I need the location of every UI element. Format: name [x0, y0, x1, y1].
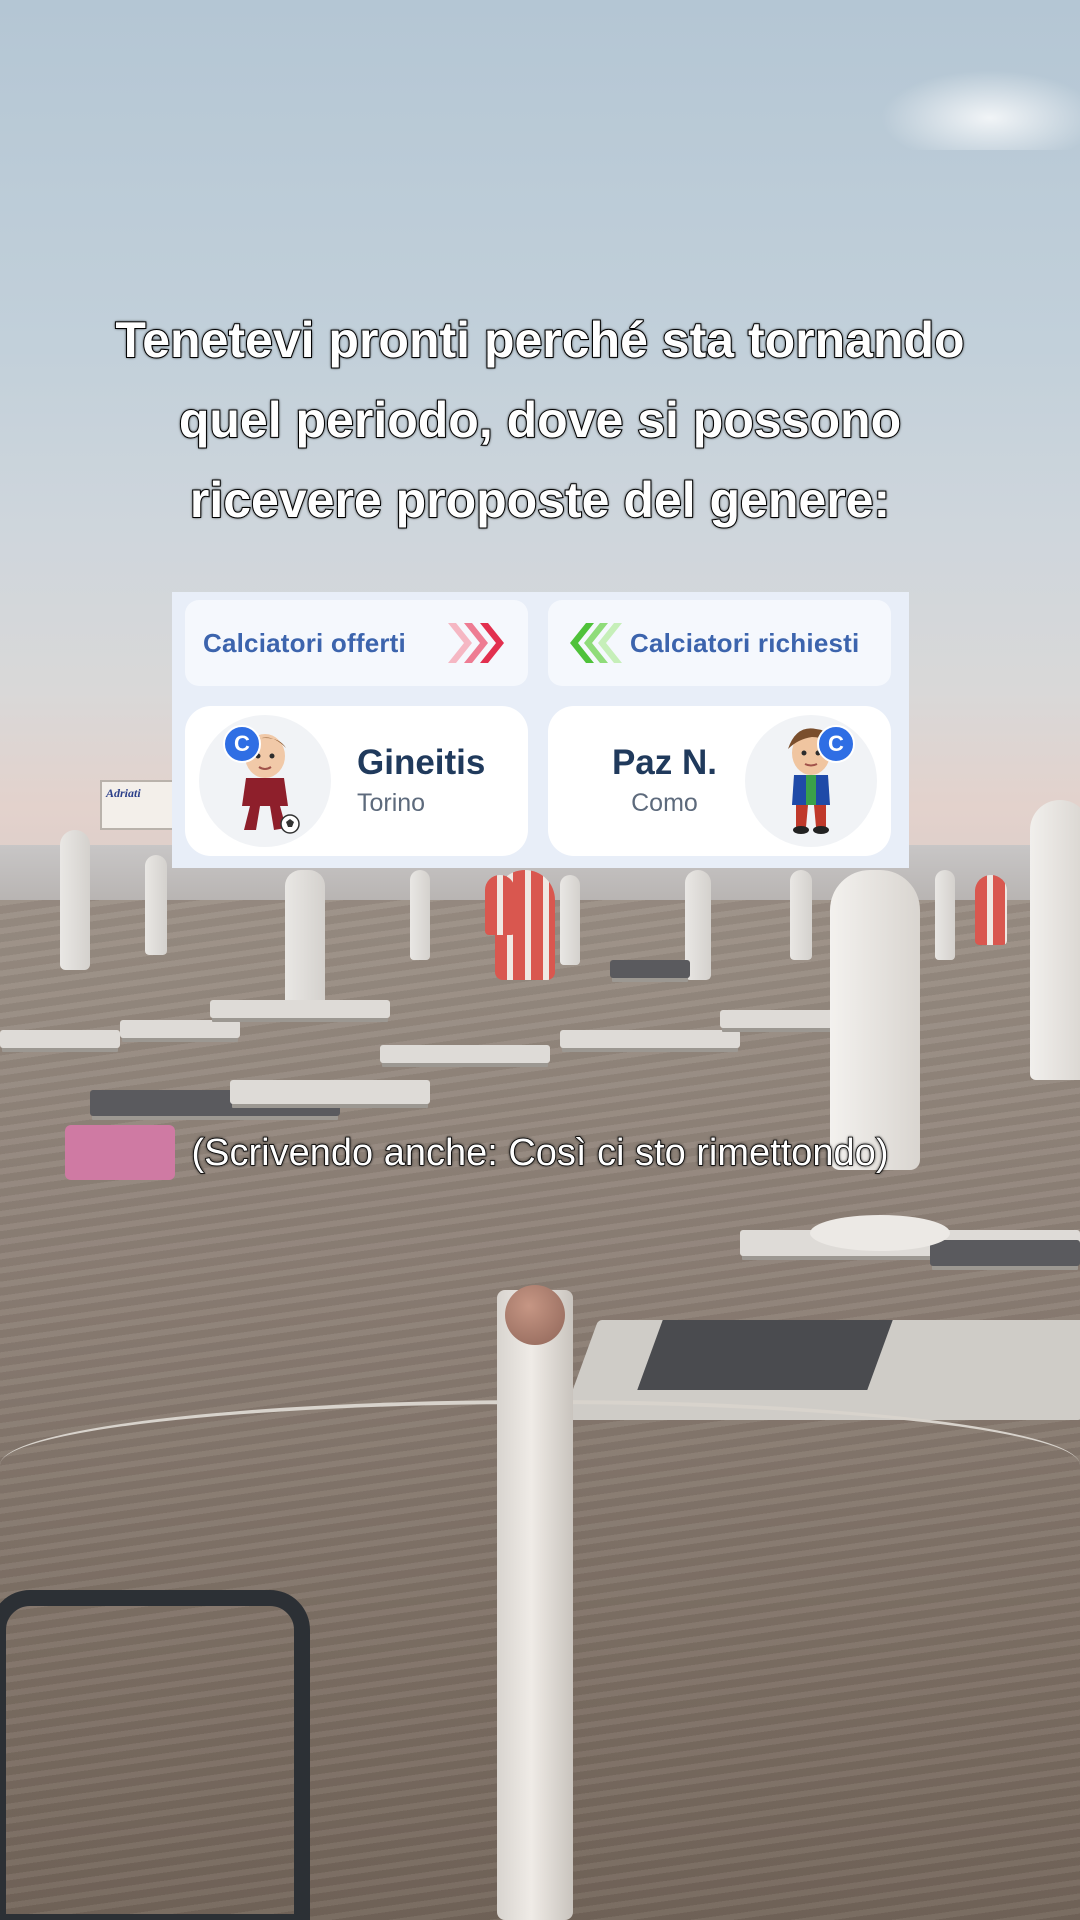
requested-players-label: Calciatori richiesti — [630, 627, 860, 658]
sun-lounger — [720, 1010, 840, 1028]
foreground-lounger-cushion — [637, 1320, 893, 1390]
sun-lounger — [210, 1000, 390, 1018]
caption-line-1: Tenetevi pronti perché sta tornando — [114, 311, 965, 369]
closed-umbrella — [60, 830, 90, 970]
offered-players-tab[interactable]: Calciatori offerti — [185, 600, 528, 686]
caption-line-3: ricevere proposte del genere: — [189, 471, 891, 529]
red-umbrella — [975, 875, 1007, 945]
sun-lounger — [380, 1045, 550, 1063]
pole-cap — [505, 1285, 565, 1345]
wooden-pole — [497, 1290, 573, 1920]
side-table — [810, 1215, 950, 1251]
sun-lounger — [230, 1080, 430, 1104]
closed-umbrella-right — [1030, 800, 1080, 1080]
video-subtitle: (Scrivendo anche: Così ci sto rimettondo… — [191, 1131, 889, 1175]
closed-umbrella-large — [830, 870, 920, 1170]
sun-lounger — [560, 1030, 740, 1048]
requested-player-card[interactable]: Paz N. Como C — [548, 706, 891, 856]
offered-player-team: Torino — [357, 789, 426, 817]
offered-players-label: Calciatori offerti — [203, 627, 406, 658]
closed-umbrella — [410, 870, 430, 960]
closed-umbrella — [790, 870, 812, 960]
offered-player-name: Gineitis — [357, 743, 486, 782]
offered-player-card[interactable]: C Gineitis Torino — [185, 706, 528, 856]
sun-lounger — [0, 1030, 120, 1048]
beach-background: Adriati — [0, 0, 1080, 1920]
foreground-chair — [0, 1590, 310, 1920]
player-avatar-icon: C — [745, 715, 877, 847]
closed-umbrella — [560, 875, 580, 965]
role-badge: C — [817, 725, 855, 763]
beach-sign-text: Adriati — [106, 786, 141, 800]
closed-umbrella — [145, 855, 167, 955]
caption-line-2: quel periodo, dove si possono — [178, 391, 902, 449]
role-badge: C — [223, 725, 261, 763]
requested-player-name: Paz N. — [611, 743, 717, 782]
chevron-left-icon — [566, 619, 622, 667]
chevron-right-icon — [444, 619, 510, 667]
requested-player-team: Como — [631, 789, 698, 817]
sun-lounger — [930, 1240, 1080, 1266]
player-avatar-icon: C — [199, 715, 331, 847]
sun-lounger — [120, 1020, 240, 1038]
closed-umbrella — [935, 870, 955, 960]
beach-sign: Adriati — [100, 780, 180, 830]
sun-lounger — [610, 960, 690, 978]
closed-umbrella — [285, 870, 325, 1020]
video-caption: Tenetevi pronti perché sta tornando quel… — [0, 300, 1080, 540]
cloud — [880, 70, 1080, 150]
requested-players-tab[interactable]: Calciatori richiesti — [548, 600, 891, 686]
red-umbrella — [485, 875, 515, 935]
trade-proposal-card: Calciatori offerti Calciatori richiesti … — [172, 592, 909, 868]
